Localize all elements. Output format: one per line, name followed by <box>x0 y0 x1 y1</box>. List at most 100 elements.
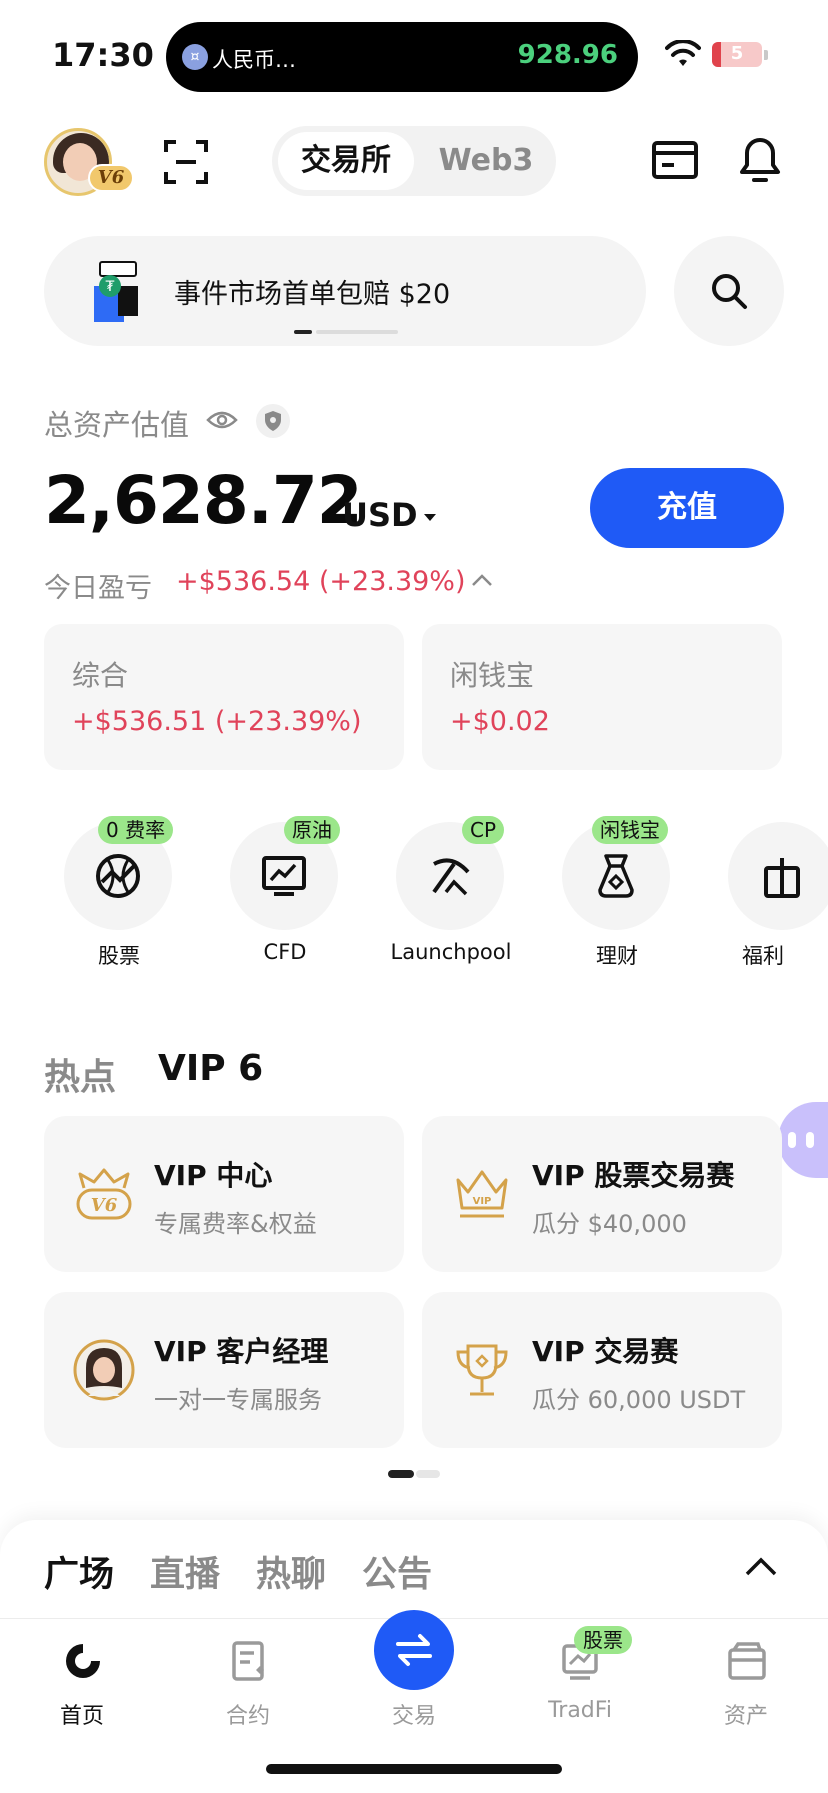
eye-icon[interactable] <box>206 408 238 432</box>
home-indicator <box>266 1764 562 1774</box>
money-bag-icon <box>598 854 634 898</box>
vip-card-subtitle: 瓜分 60,000 USDT <box>532 1386 746 1414</box>
pnl-card-overall[interactable]: 综合 +$536.51 (+23.39%) <box>44 624 404 770</box>
vip-pager <box>388 1470 440 1478</box>
shortcut-badge: 原油 <box>284 816 340 844</box>
currency-selector[interactable]: USD <box>342 496 418 534</box>
shortcut-circle <box>728 822 828 930</box>
tradfi-badge: 股票 <box>574 1626 632 1654</box>
vip-level-badge: V6 <box>88 164 134 192</box>
vip-card-title: VIP 客户经理 <box>154 1335 329 1368</box>
vip-card-stock-contest[interactable]: VIP VIP 股票交易赛 瓜分 $40,000 <box>422 1116 782 1272</box>
nav-label: 资产 <box>723 1704 768 1729</box>
feed-tab-announcement[interactable]: 公告 <box>362 1546 432 1597</box>
shortcut-label: CFD <box>263 940 307 964</box>
vip-card-center[interactable]: V6 VIP 中心 专属费率&权益 <box>44 1116 404 1272</box>
vip-card-title: VIP 股票交易赛 <box>532 1159 735 1192</box>
nav-label: TradFi <box>548 1698 612 1723</box>
nav-contract[interactable]: 合约 <box>188 1640 308 1730</box>
battery-tip <box>764 50 768 60</box>
pnl-value: +$536.54 (+23.39%) <box>176 566 466 597</box>
nav-assets[interactable]: 资产 <box>686 1640 806 1730</box>
pnl-card-value: +$536.51 (+23.39%) <box>72 706 362 737</box>
pnl-label: 今日盈亏 <box>44 573 152 604</box>
shortcut-stocks[interactable]: 0 费率 股票 <box>64 816 174 972</box>
pnl-card-value: +$0.02 <box>450 706 550 737</box>
pickaxe-icon <box>432 858 470 896</box>
trophy-icon <box>456 1344 508 1396</box>
promo-banner[interactable]: ₮ 事件市场首单包赔 $20 <box>44 236 646 346</box>
caret-down-icon[interactable] <box>424 514 436 521</box>
home-icon <box>66 1644 100 1678</box>
feed-tab-square[interactable]: 广场 <box>44 1546 114 1597</box>
feed-tab-chat[interactable]: 热聊 <box>256 1546 326 1597</box>
pnl-card-title: 闲钱宝 <box>450 659 535 692</box>
chevron-up-icon[interactable] <box>470 572 494 588</box>
vip-card-subtitle: 专属费率&权益 <box>154 1210 317 1238</box>
feed-tab-live[interactable]: 直播 <box>150 1546 220 1597</box>
battery-icon: 5 <box>712 42 762 67</box>
wifi-icon <box>665 40 701 66</box>
vip-card-subtitle: 一对一专属服务 <box>154 1386 322 1414</box>
tab-web3[interactable]: Web3 <box>422 132 550 190</box>
svg-text:VIP: VIP <box>473 1196 492 1207</box>
shortcut-label: 股票 <box>98 944 140 968</box>
gift-icon <box>764 858 800 898</box>
card-icon[interactable] <box>652 140 698 180</box>
search-icon <box>712 274 747 309</box>
vip-card-trading-contest[interactable]: VIP 交易赛 瓜分 60,000 USDT <box>422 1292 782 1448</box>
nav-tradfi[interactable]: TradFi <box>520 1640 640 1730</box>
island-label: 人民币… <box>212 48 296 72</box>
chevron-up-icon[interactable] <box>744 1556 778 1578</box>
tab-exchange[interactable]: 交易所 <box>278 132 414 190</box>
contract-icon <box>232 1641 264 1681</box>
vip-card-account-manager[interactable]: VIP 客户经理 一对一专属服务 <box>44 1292 404 1448</box>
status-time: 17:30 <box>52 36 154 74</box>
status-bar: 17:30 ¤ 人民币… 928.96 5 <box>0 0 828 110</box>
stock-globe-icon <box>96 854 140 898</box>
svg-text:₮: ₮ <box>106 279 115 295</box>
battery-level: 5 <box>730 43 744 64</box>
v6-crown-icon: V6 <box>76 1168 132 1220</box>
scan-icon[interactable] <box>164 140 208 184</box>
wallet-icon <box>728 1642 766 1680</box>
shortcut-label: 理财 <box>596 944 638 968</box>
shield-icon[interactable] <box>256 404 290 438</box>
shortcut-launchpool[interactable]: CP Launchpool <box>391 816 511 972</box>
shortcut-welfare[interactable]: 福利 <box>728 822 828 982</box>
shortcut-badge: CP <box>462 816 505 844</box>
pnl-card-savings[interactable]: 闲钱宝 +$0.02 <box>422 624 782 770</box>
nav-label: 交易 <box>391 1704 436 1729</box>
exchange-web3-switch[interactable]: 交易所 Web3 <box>272 126 556 196</box>
tab-vip[interactable]: VIP 6 <box>158 1048 263 1089</box>
dynamic-island[interactable]: ¤ 人民币… 928.96 <box>166 22 638 92</box>
manager-avatar-icon <box>73 1339 135 1401</box>
vip-card-title: VIP 中心 <box>154 1159 273 1192</box>
nav-trade[interactable]: 交易 <box>354 1640 474 1730</box>
pnl-card-title: 综合 <box>72 659 129 692</box>
nav-label: 首页 <box>59 1704 104 1729</box>
crown-icon: VIP <box>456 1170 508 1218</box>
bell-icon[interactable] <box>738 136 782 184</box>
vip-card-subtitle: 瓜分 $40,000 <box>532 1210 687 1238</box>
svg-text:V6: V6 <box>91 1195 118 1216</box>
banner-pager <box>294 330 398 334</box>
banner-text: 事件市场首单包赔 $20 <box>174 279 451 310</box>
nav-label: 合约 <box>225 1704 270 1729</box>
nav-home[interactable]: 首页 <box>22 1640 142 1730</box>
chart-monitor-icon <box>262 856 306 896</box>
shortcut-wealth[interactable]: 闲钱宝 理财 <box>562 816 672 972</box>
total-asset-label: 总资产估值 <box>44 408 190 442</box>
tab-hot[interactable]: 热点 <box>44 1048 116 1100</box>
search-button[interactable] <box>674 236 784 346</box>
assistant-bot-button[interactable] <box>778 1102 828 1178</box>
vip-card-title: VIP 交易赛 <box>532 1335 679 1368</box>
shortcut-cfd[interactable]: 原油 CFD <box>230 816 340 972</box>
island-value: 928.96 <box>517 40 618 70</box>
shortcut-badge: 0 费率 <box>98 816 174 844</box>
total-asset-value: 2,628.72 <box>44 462 363 539</box>
currency-icon: ¤ <box>182 44 208 70</box>
shortcut-badge: 闲钱宝 <box>592 816 668 844</box>
deposit-button[interactable]: 充值 <box>590 468 784 548</box>
shortcut-label: Launchpool <box>390 940 512 964</box>
